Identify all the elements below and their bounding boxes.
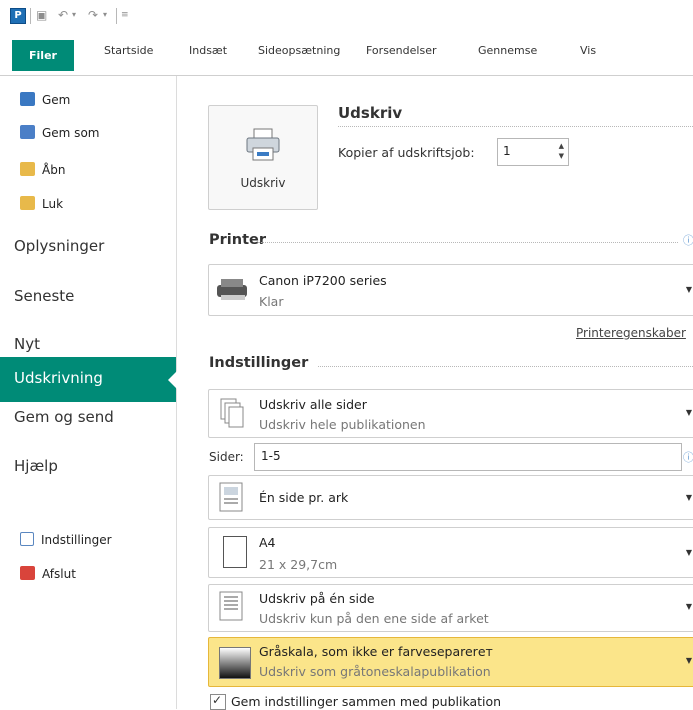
chevron-down-icon[interactable]: ▼ — [686, 602, 692, 611]
tab-vis[interactable]: Vis — [580, 44, 596, 57]
printer-properties-link[interactable]: Printeregenskaber — [576, 326, 686, 340]
backstage-nav: Gem Gem som Åbn Luk Oplysninger Seneste … — [0, 76, 177, 709]
pages-value[interactable]: 1-5 — [261, 449, 281, 463]
ribbon-tabs: Filer Startside Indsæt Sideopsætning For… — [0, 36, 693, 76]
printer-select[interactable]: Canon iP7200 series Klar ▼ — [208, 264, 693, 316]
pages-label: Sider: — [209, 450, 244, 464]
tab-forsendelser[interactable]: Forsendelser — [366, 44, 437, 57]
grayscale-icon — [219, 647, 251, 679]
pages-stack-icon — [220, 398, 244, 428]
toolbar-divider — [30, 8, 31, 24]
nav-item-gem[interactable]: Gem — [20, 92, 70, 107]
redo-icon[interactable]: ↷ — [88, 8, 98, 22]
print-range-title: Udskriv alle sider — [259, 397, 367, 412]
printer-name: Canon iP7200 series — [259, 273, 387, 288]
checkmark-icon: ✓ — [212, 693, 223, 707]
undo-icon[interactable]: ↶ — [58, 8, 68, 22]
chevron-down-icon[interactable]: ▼ — [686, 408, 692, 417]
paper-sub: 21 x 29,7cm — [259, 557, 338, 572]
sides-sub: Udskriv kun på den ene side af arket — [259, 611, 489, 626]
chevron-down-icon[interactable]: ▼ — [686, 493, 692, 502]
print-heading: Udskriv — [338, 104, 403, 122]
divider — [338, 126, 693, 127]
info-icon[interactable]: ⓘ — [683, 232, 693, 248]
sides-title: Udskriv på én side — [259, 591, 375, 606]
quick-access-toolbar: P ▣ ↶ ▾ ↷ ▾ ≡ — [0, 0, 693, 30]
info-icon[interactable]: ⓘ — [683, 449, 693, 465]
nav-item-label: Luk — [42, 197, 64, 211]
undo-dropdown-icon[interactable]: ▾ — [72, 8, 76, 22]
copies-value[interactable]: 1 — [503, 144, 511, 158]
nav-item-udskrivning[interactable]: Udskrivning — [0, 357, 177, 402]
nav-item-label: Afslut — [42, 567, 76, 581]
chevron-down-icon[interactable]: ▼ — [686, 656, 692, 665]
printer-device-icon — [217, 279, 247, 300]
exit-icon — [20, 566, 35, 580]
nav-item-gem-og-send[interactable]: Gem og send — [14, 408, 114, 426]
publisher-app-icon[interactable]: P — [10, 8, 26, 24]
redo-dropdown-icon[interactable]: ▾ — [103, 8, 107, 22]
nav-item-oplysninger[interactable]: Oplysninger — [14, 237, 104, 255]
copies-stepper[interactable]: 1 ▲ ▼ — [497, 138, 569, 166]
tab-filer[interactable]: Filer — [12, 40, 74, 71]
nav-item-label: Udskrivning — [14, 369, 103, 387]
nav-item-label: Gem — [42, 93, 71, 107]
pages-input[interactable]: 1-5 — [254, 443, 682, 471]
paper-icon — [223, 536, 247, 568]
nav-item-label: Åbn — [42, 163, 66, 177]
print-range-select[interactable]: Udskriv alle sider Udskriv hele publikat… — [208, 389, 693, 438]
divider — [258, 242, 678, 243]
nav-item-indstillinger[interactable]: Indstillinger — [20, 532, 112, 547]
single-page-layout-icon — [219, 482, 243, 512]
layout-select[interactable]: Én side pr. ark ▼ — [208, 475, 693, 520]
sides-select[interactable]: Udskriv på én side Udskriv kun på den en… — [208, 584, 693, 632]
color-title: Gråskala, som ikke er farveseparerет — [259, 644, 493, 659]
save-as-icon — [20, 125, 35, 139]
nav-item-hjaelp[interactable]: Hjælp — [14, 457, 58, 475]
increment-icon[interactable]: ▲ — [559, 143, 564, 150]
print-range-sub: Udskriv hele publikationen — [259, 417, 426, 432]
one-sided-icon — [219, 591, 243, 621]
close-folder-icon — [20, 196, 35, 210]
nav-item-luk[interactable]: Luk — [20, 196, 63, 211]
printer-icon — [246, 128, 280, 161]
chevron-down-icon[interactable]: ▼ — [686, 285, 692, 294]
divider — [318, 366, 693, 367]
nav-item-aabn[interactable]: Åbn — [20, 162, 65, 177]
settings-section-title: Indstillinger — [209, 355, 309, 371]
nav-item-label: Indstillinger — [41, 533, 112, 547]
tab-gennemse[interactable]: Gennemse — [478, 44, 537, 57]
nav-item-afslut[interactable]: Afslut — [20, 566, 76, 581]
color-sub: Udskriv som gråtoneskalapublikation — [259, 664, 491, 679]
decrement-icon[interactable]: ▼ — [559, 153, 564, 160]
tab-sideopsaetning[interactable]: Sideopsætning — [258, 44, 340, 57]
save-icon — [20, 92, 35, 106]
paper-title: A4 — [259, 535, 276, 550]
toolbar-divider — [116, 8, 117, 24]
chevron-down-icon[interactable]: ▼ — [686, 548, 692, 557]
tab-startside[interactable]: Startside — [104, 44, 153, 57]
open-folder-icon — [20, 162, 35, 176]
paper-size-select[interactable]: A4 21 x 29,7cm ▼ — [208, 527, 693, 578]
copies-label: Kopier af udskriftsjob: — [338, 145, 475, 160]
customize-toolbar-icon[interactable]: ≡ — [121, 8, 129, 22]
nav-item-label: Gem som — [42, 126, 100, 140]
save-icon[interactable]: ▣ — [36, 8, 47, 22]
selected-indicator-arrow — [168, 371, 177, 389]
printer-status: Klar — [259, 294, 284, 309]
printer-section-title: Printer — [209, 232, 266, 248]
color-select[interactable]: Gråskala, som ikke er farveseparerет Uds… — [208, 637, 693, 687]
nav-item-nyt[interactable]: Nyt — [14, 335, 40, 353]
options-icon — [20, 532, 34, 546]
print-button[interactable]: Udskriv — [208, 105, 318, 210]
nav-item-seneste[interactable]: Seneste — [14, 287, 74, 305]
nav-item-gem-som[interactable]: Gem som — [20, 125, 99, 140]
tab-indsaet[interactable]: Indsæt — [189, 44, 227, 57]
print-button-label: Udskriv — [240, 176, 286, 190]
save-with-publication-label: Gem indstillinger sammen med publikation — [231, 694, 502, 709]
save-with-publication-checkbox[interactable]: ✓ — [210, 693, 226, 710]
layout-title: Én side pr. ark — [259, 490, 349, 505]
